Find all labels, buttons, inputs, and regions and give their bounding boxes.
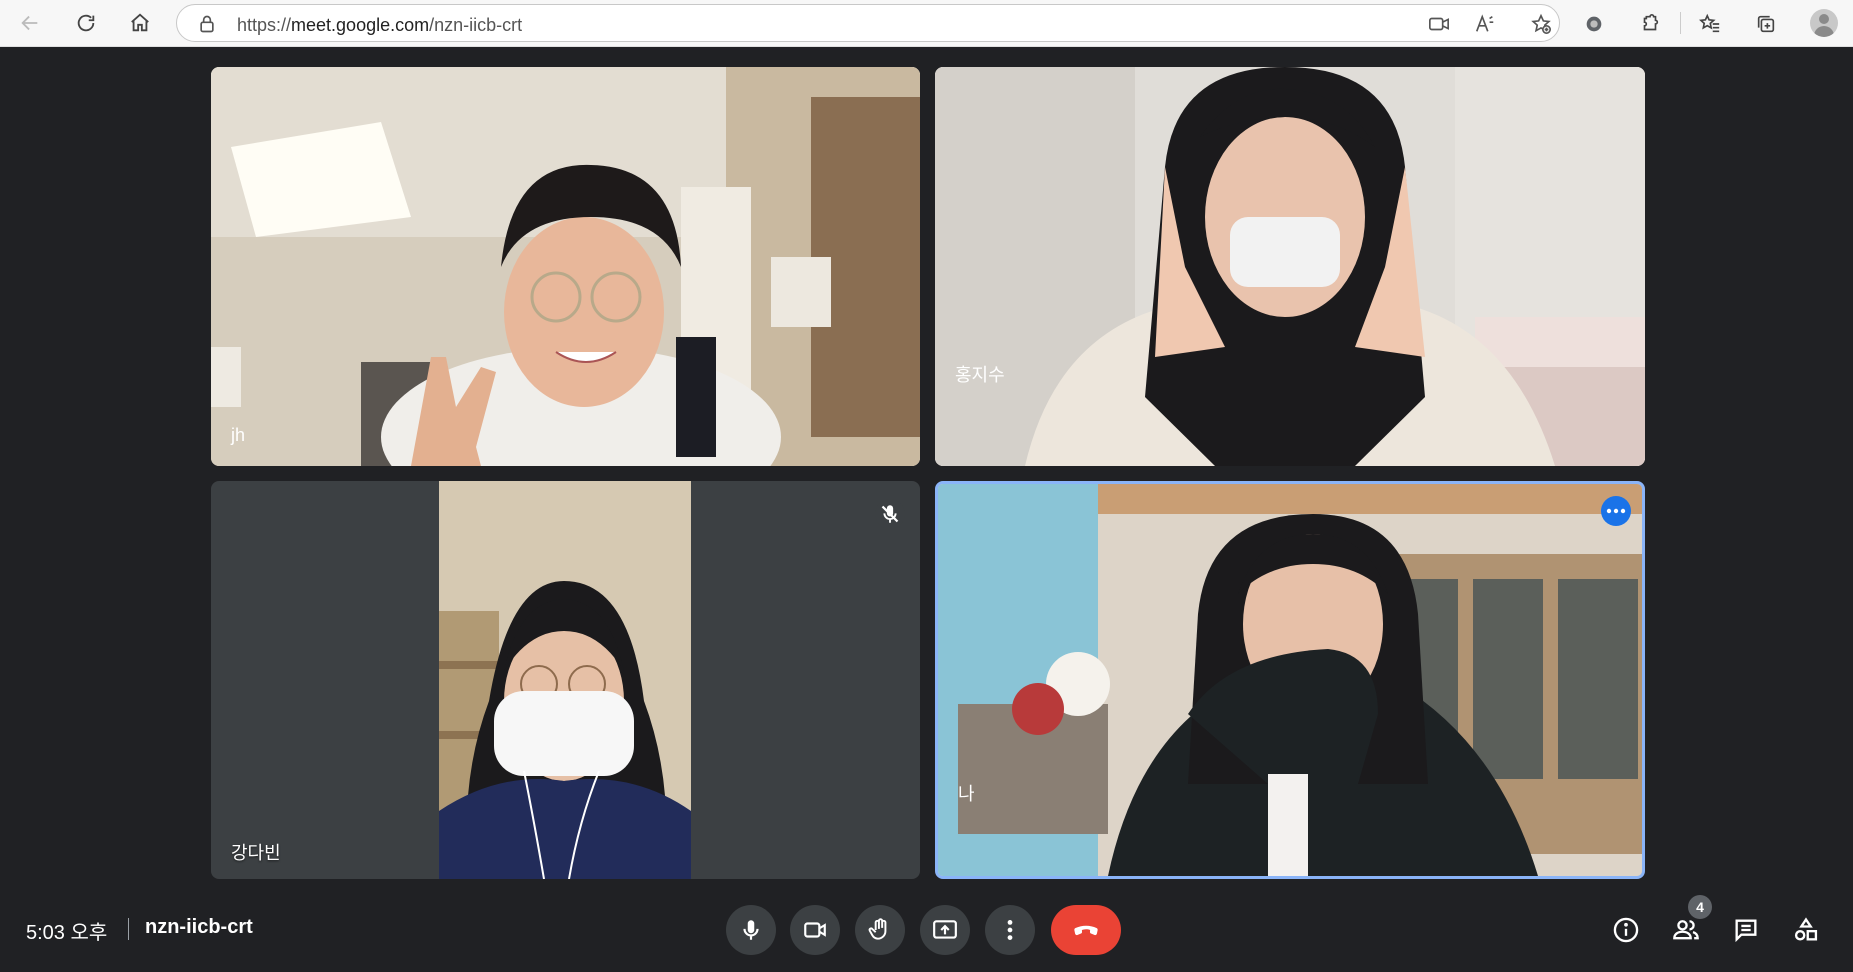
address-bar[interactable]: https://meet.google.com/nzn-iicb-crt: [176, 4, 1560, 42]
activities-button[interactable]: [1788, 912, 1824, 948]
meeting-code: nzn-iicb-crt: [145, 916, 253, 938]
url-path: /nzn-iicb-crt: [429, 15, 523, 35]
raise-hand-button[interactable]: [855, 905, 905, 955]
back-button[interactable]: [14, 7, 46, 39]
participant-tile-self[interactable]: 나: [935, 481, 1645, 879]
participant-name: 나: [958, 784, 975, 804]
lock-icon: [200, 15, 214, 33]
more-horizontal-icon: [1606, 508, 1626, 514]
reload-button[interactable]: [70, 7, 102, 39]
participant-video: jh: [211, 67, 920, 466]
people-count-badge: 4: [1688, 895, 1712, 919]
participant-tile-jh[interactable]: jh: [211, 67, 920, 466]
participant-tile-hongjisu[interactable]: 홍지수: [935, 67, 1645, 466]
more-options-button[interactable]: [985, 905, 1035, 955]
mic-button[interactable]: [726, 905, 776, 955]
present-screen-button[interactable]: [920, 905, 970, 955]
participant-video: 홍지수: [935, 67, 1645, 466]
mic-icon: [743, 920, 759, 940]
reload-icon: [77, 14, 95, 32]
participant-video: 나: [938, 484, 1642, 876]
meeting-details-button[interactable]: [1608, 912, 1644, 948]
toolbar-divider: [1680, 12, 1681, 34]
raise-hand-icon: [868, 918, 887, 940]
tile-more-options-button[interactable]: [1601, 496, 1631, 526]
browser-toolbar: https://meet.google.com/nzn-iicb-crt: [0, 0, 1853, 47]
leave-call-button[interactable]: [1051, 905, 1121, 955]
extensions-puzzle-icon[interactable]: [1634, 8, 1666, 40]
present-screen-icon: [933, 920, 957, 939]
chat-button[interactable]: [1728, 912, 1764, 948]
participant-tile-kangdabin[interactable]: 강다빈: [211, 481, 920, 879]
mic-muted-icon: [875, 499, 905, 529]
camera-button[interactable]: [790, 905, 840, 955]
footer-divider: [128, 918, 129, 940]
chat-icon: [1735, 919, 1757, 943]
add-favorite-icon[interactable]: [1529, 13, 1553, 35]
camera-icon: [804, 922, 826, 938]
info-icon: [1613, 917, 1639, 943]
camera-permission-icon[interactable]: [1427, 13, 1451, 35]
read-aloud-icon[interactable]: [1473, 13, 1497, 35]
participant-name: 강다빈: [231, 843, 281, 863]
home-button[interactable]: [124, 7, 156, 39]
participant-video: [439, 481, 691, 879]
hang-up-icon: [1074, 925, 1098, 936]
favorites-icon[interactable]: [1694, 8, 1726, 40]
profile-avatar-icon[interactable]: [1810, 9, 1838, 37]
activities-icon: [1794, 917, 1818, 941]
back-arrow-icon: [21, 15, 38, 31]
participant-name: jh: [230, 425, 245, 445]
participant-name: 홍지수: [955, 365, 1005, 385]
collections-icon[interactable]: [1750, 8, 1782, 40]
meeting-time: 5:03 오후: [26, 922, 108, 944]
home-icon: [131, 13, 149, 32]
more-options-icon: [1007, 920, 1013, 940]
url-host: meet.google.com: [291, 15, 430, 35]
people-icon: [1673, 920, 1699, 940]
url-text: https://meet.google.com/nzn-iicb-crt: [237, 15, 522, 36]
extension-circle-icon[interactable]: [1578, 8, 1610, 40]
url-scheme: https://: [237, 15, 292, 35]
